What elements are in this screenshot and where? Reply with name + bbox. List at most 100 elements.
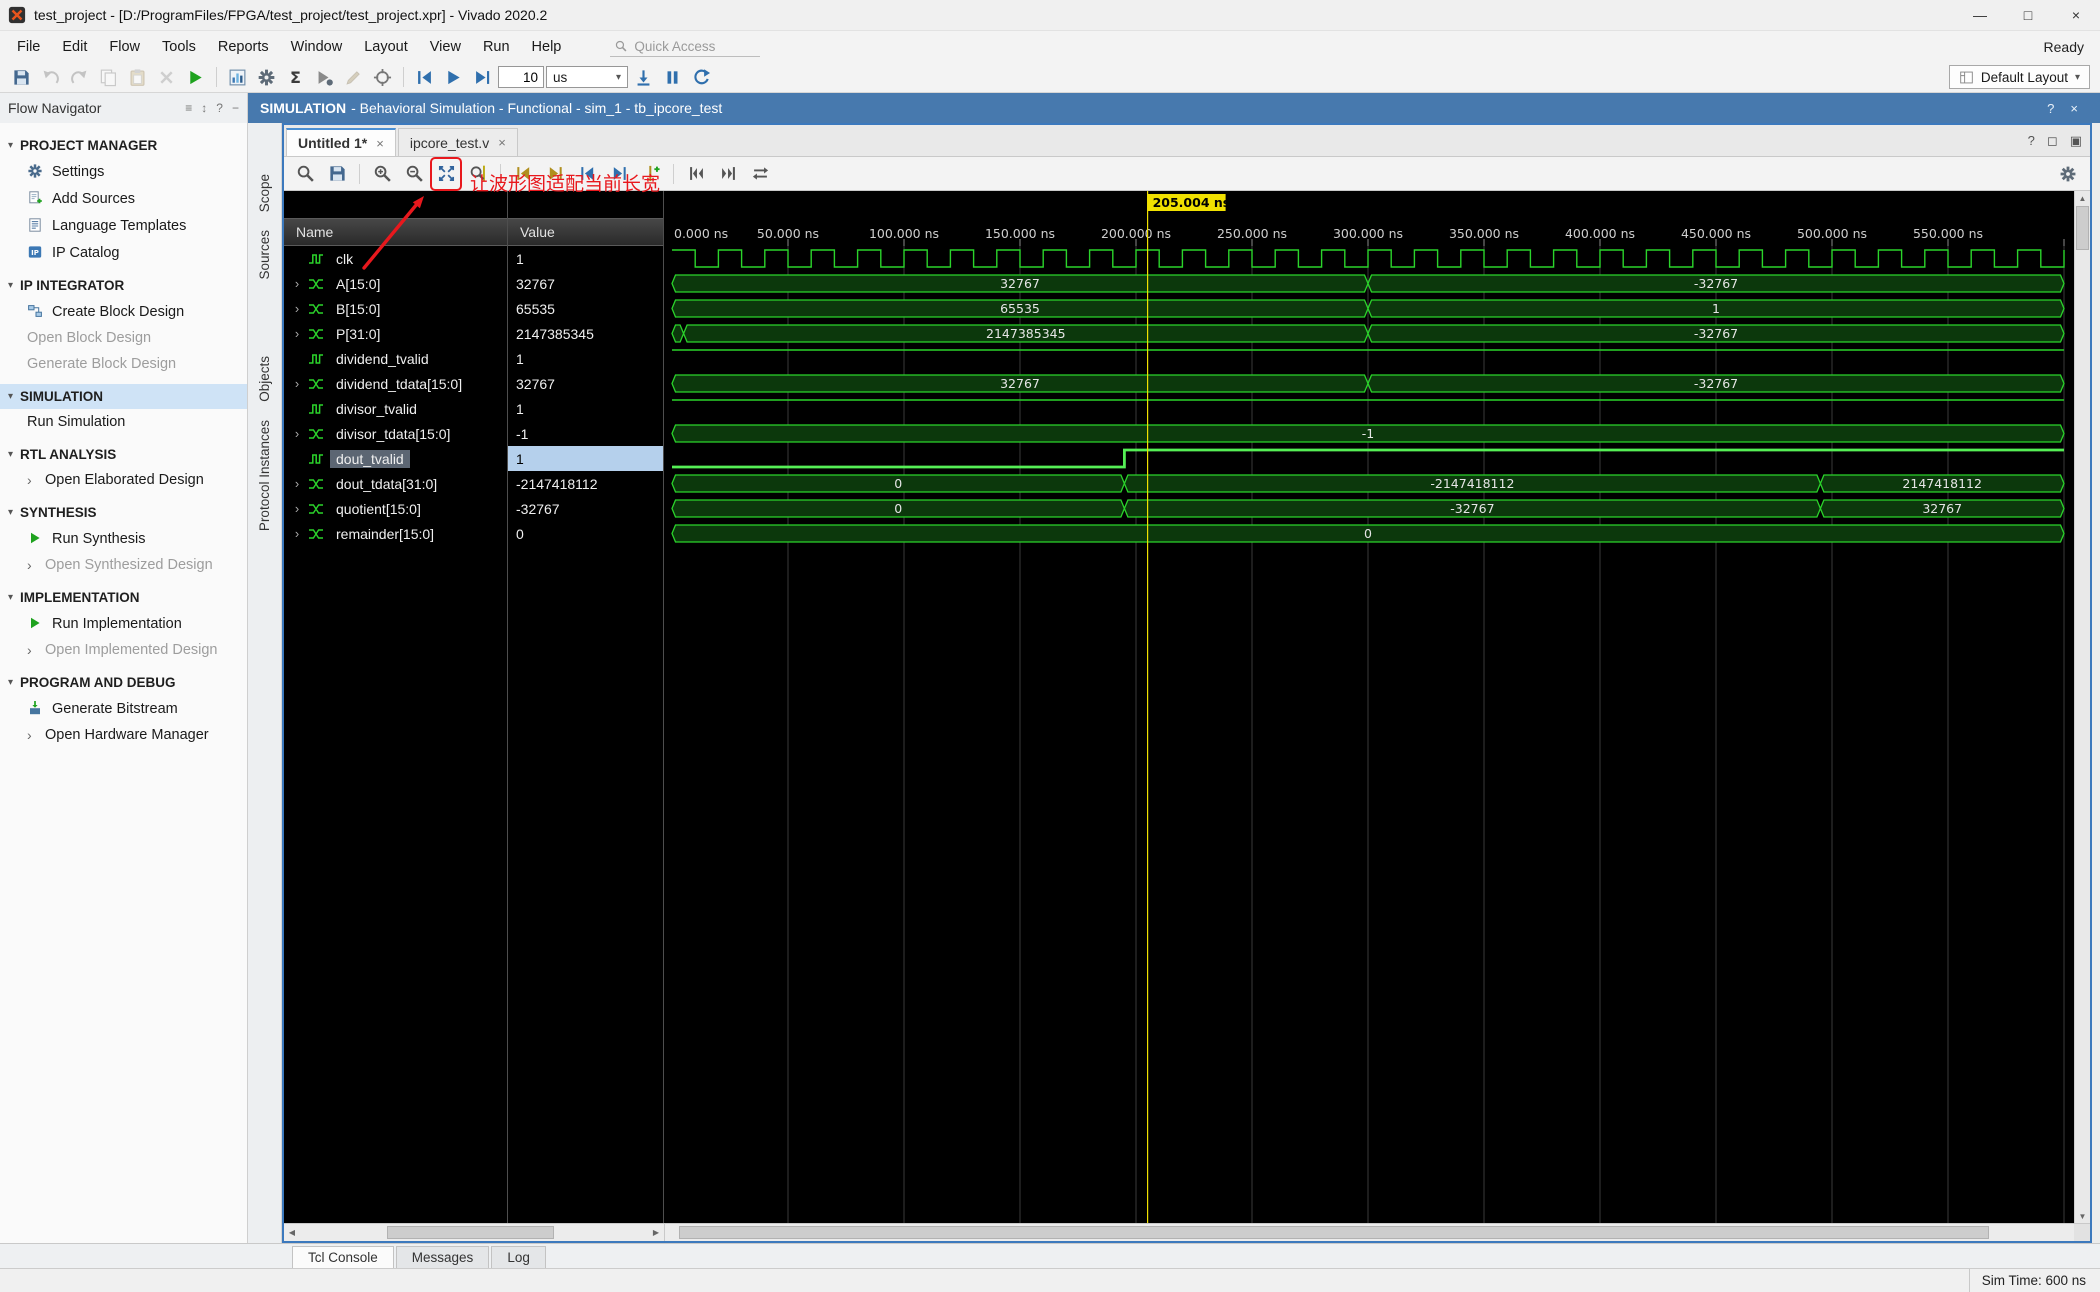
expand-collapse-icon[interactable]: ↕: [201, 101, 207, 115]
pause-button[interactable]: [659, 64, 686, 90]
signal-row-dout-tvalid[interactable]: dout_tvalid: [284, 446, 507, 471]
signal-value-dout-tvalid[interactable]: 1: [508, 446, 663, 471]
side-tab-protocol-instances[interactable]: Protocol Instances: [257, 411, 272, 540]
scrollbar-track[interactable]: [665, 1224, 2074, 1241]
run-options-button[interactable]: [311, 64, 338, 90]
close-button[interactable]: ×: [2052, 0, 2100, 30]
step-button[interactable]: [630, 64, 657, 90]
report-button[interactable]: Σ: [282, 64, 309, 90]
wave-vertical-scrollbar[interactable]: ▲ ▼: [2074, 191, 2090, 1223]
scroll-right-icon[interactable]: ▶: [648, 1228, 664, 1237]
bottom-tab-log[interactable]: Log: [491, 1246, 546, 1268]
signal-value-b-15-0[interactable]: 65535: [508, 296, 663, 321]
flow-item-language-templates[interactable]: Language Templates: [0, 212, 247, 239]
flow-section-implementation[interactable]: ▾ IMPLEMENTATION: [0, 585, 247, 610]
wave-canvas-container[interactable]: 0.000 ns 50.000 ns 100.000 ns 150.000 ns 200…: [664, 191, 2074, 1223]
waveform-canvas[interactable]: 0.000 ns 50.000 ns 100.000 ns 150.000 ns 200…: [664, 191, 2074, 1223]
signal-value-dividend-tvalid[interactable]: 1: [508, 346, 663, 371]
signal-row-dout-tdata-31-0[interactable]: › dout_tdata[31:0]: [284, 471, 507, 496]
expander-icon[interactable]: ›: [290, 501, 304, 516]
scroll-left-icon[interactable]: ◀: [284, 1228, 300, 1237]
minimize-button[interactable]: —: [1956, 0, 2004, 30]
signal-row-p-31-0[interactable]: › P[31:0]: [284, 321, 507, 346]
relaunch-button[interactable]: [688, 64, 715, 90]
restart-simulation-button[interactable]: [411, 64, 438, 90]
side-tab-objects[interactable]: Objects: [257, 347, 272, 411]
flow-item-run-synthesis[interactable]: Run Synthesis: [0, 525, 247, 552]
help-icon[interactable]: ?: [216, 101, 223, 115]
flow-item-ip-catalog[interactable]: IP IP Catalog: [0, 239, 247, 266]
go-to-end-button[interactable]: [715, 161, 741, 187]
expander-icon[interactable]: ›: [290, 276, 304, 291]
flow-section-simulation[interactable]: ▾ SIMULATION: [0, 384, 247, 409]
name-horizontal-scrollbar[interactable]: ◀ ▶: [284, 1224, 665, 1241]
runtime-value-input[interactable]: [498, 66, 544, 88]
expander-icon[interactable]: ›: [290, 326, 304, 341]
settings-button[interactable]: [253, 64, 280, 90]
flow-item-run-simulation[interactable]: Run Simulation: [0, 409, 247, 435]
signal-value-a-15-0[interactable]: 32767: [508, 271, 663, 296]
run-for-time-button[interactable]: [469, 64, 496, 90]
expander-icon[interactable]: ›: [290, 301, 304, 316]
flow-section-ip-integrator[interactable]: ▾ IP INTEGRATOR: [0, 273, 247, 298]
menu-icon[interactable]: ≡: [185, 101, 192, 115]
flow-item-open-elaborated-design[interactable]: › Open Elaborated Design: [0, 467, 247, 493]
signal-value-divisor-tvalid[interactable]: 1: [508, 396, 663, 421]
flow-item-generate-bitstream[interactable]: Generate Bitstream: [0, 695, 247, 722]
menu-layout[interactable]: Layout: [353, 35, 419, 59]
signal-row-remainder-15-0[interactable]: › remainder[15:0]: [284, 521, 507, 546]
bottom-tab-messages[interactable]: Messages: [395, 1246, 490, 1268]
wave-settings-button[interactable]: [2055, 161, 2081, 187]
signal-row-dividend-tvalid[interactable]: dividend_tvalid: [284, 346, 507, 371]
float-panel-icon[interactable]: ◻: [2047, 133, 2058, 149]
flow-item-open-hardware-manager[interactable]: › Open Hardware Manager: [0, 722, 247, 748]
editor-tab-untitled-1[interactable]: Untitled 1* ×: [286, 128, 396, 156]
collapse-panel-icon[interactable]: −: [232, 101, 239, 115]
help-icon[interactable]: ?: [2047, 101, 2054, 116]
signal-row-clk[interactable]: clk: [284, 246, 507, 271]
probe-button[interactable]: [369, 64, 396, 90]
side-tab-scope[interactable]: Scope: [257, 165, 272, 221]
signal-row-a-15-0[interactable]: › A[15:0]: [284, 271, 507, 296]
menu-help[interactable]: Help: [521, 35, 573, 59]
zoom-out-button[interactable]: [401, 161, 427, 187]
run-button[interactable]: [182, 64, 209, 90]
save-waveform-button[interactable]: [324, 161, 350, 187]
signal-value-quotient-15-0[interactable]: -32767: [508, 496, 663, 521]
signal-value-dividend-tdata-15-0[interactable]: 32767: [508, 371, 663, 396]
flow-section-project-manager[interactable]: ▾ PROJECT MANAGER: [0, 133, 247, 158]
editor-tab-ipcore-test-v[interactable]: ipcore_test.v ×: [397, 128, 518, 156]
go-to-start-button[interactable]: [683, 161, 709, 187]
menu-edit[interactable]: Edit: [51, 35, 98, 59]
expander-icon[interactable]: ›: [290, 376, 304, 391]
flow-item-create-block-design[interactable]: Create Block Design: [0, 298, 247, 325]
layout-selector[interactable]: Default Layout ▾: [1948, 65, 2090, 89]
menu-tools[interactable]: Tools: [151, 35, 207, 59]
side-tab-sources[interactable]: Sources: [257, 221, 272, 289]
signal-value-clk[interactable]: 1: [508, 246, 663, 271]
bottom-tab-tcl-console[interactable]: Tcl Console: [292, 1246, 394, 1268]
run-all-button[interactable]: [440, 64, 467, 90]
help-icon[interactable]: ?: [2028, 133, 2035, 149]
signal-row-divisor-tdata-15-0[interactable]: › divisor_tdata[15:0]: [284, 421, 507, 446]
signal-row-quotient-15-0[interactable]: › quotient[15:0]: [284, 496, 507, 521]
menu-file[interactable]: File: [6, 35, 51, 59]
save-project-button[interactable]: [8, 64, 35, 90]
flow-item-add-sources[interactable]: Add Sources: [0, 185, 247, 212]
maximize-button[interactable]: □: [2004, 0, 2052, 30]
flow-section-synthesis[interactable]: ▾ SYNTHESIS: [0, 500, 247, 525]
close-tab-icon[interactable]: ×: [376, 136, 384, 151]
expander-icon[interactable]: ›: [290, 526, 304, 541]
signal-value-remainder-15-0[interactable]: 0: [508, 521, 663, 546]
menu-window[interactable]: Window: [280, 35, 354, 59]
quick-access-search[interactable]: Quick Access: [610, 37, 761, 57]
flow-section-rtl-analysis[interactable]: ▾ RTL ANALYSIS: [0, 442, 247, 467]
signal-row-divisor-tvalid[interactable]: divisor_tvalid: [284, 396, 507, 421]
signal-row-dividend-tdata-15-0[interactable]: › dividend_tdata[15:0]: [284, 371, 507, 396]
menu-flow[interactable]: Flow: [98, 35, 151, 59]
close-icon[interactable]: ×: [2070, 101, 2078, 116]
wave-horizontal-scrollbar[interactable]: [665, 1224, 2074, 1241]
menu-run[interactable]: Run: [472, 35, 521, 59]
scrollbar-track[interactable]: [300, 1224, 648, 1241]
close-tab-icon[interactable]: ×: [498, 135, 506, 150]
